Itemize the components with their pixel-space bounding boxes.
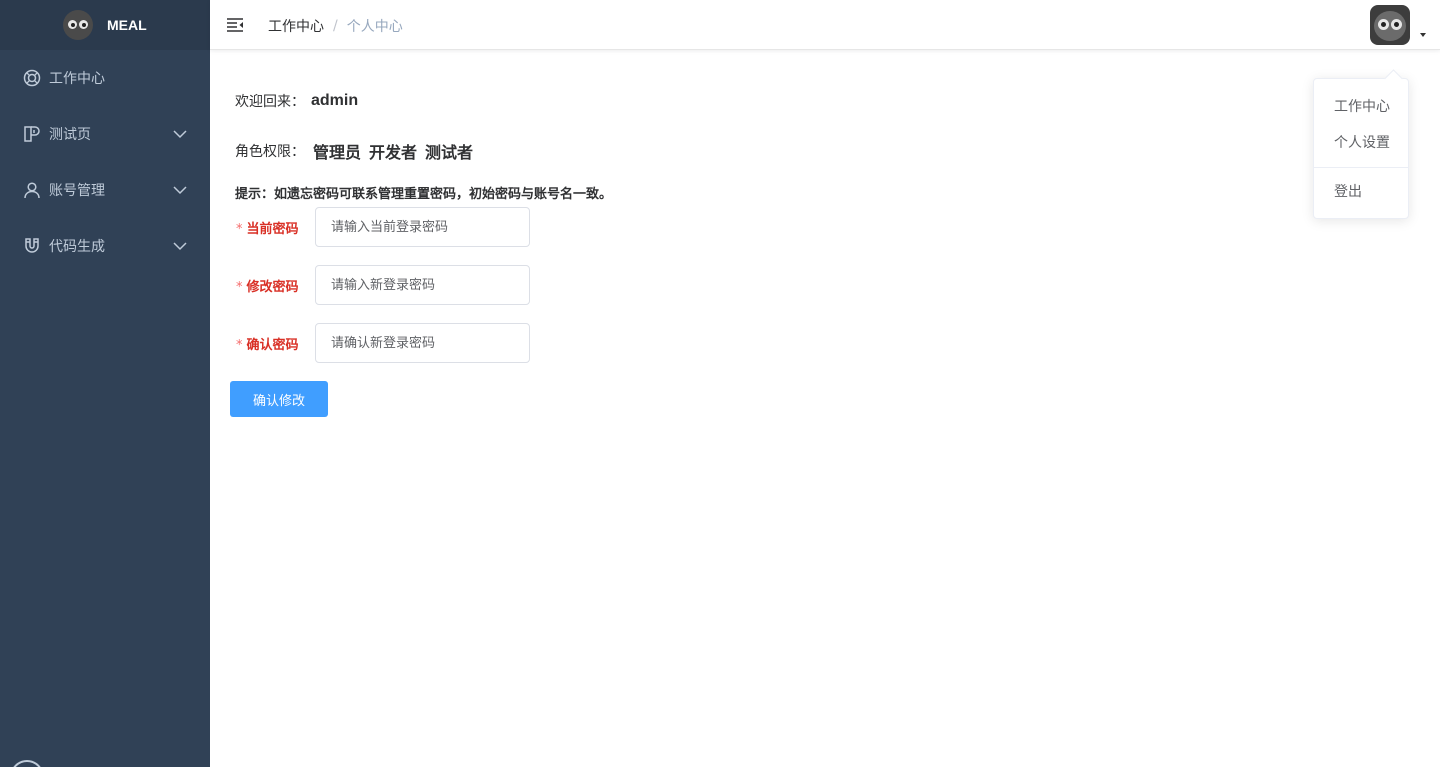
password-tip: 提示：如遗忘密码可联系管理重置密码，初始密码与账号名一致。: [235, 187, 613, 202]
breadcrumb-item-profile: 个人中心: [346, 19, 403, 35]
welcome-row: 欢迎回来： admin: [235, 90, 358, 112]
chevron-down-icon: [173, 186, 187, 195]
role-row: 角色权限： 管理员 开发者 测试者: [235, 139, 473, 163]
hamburger-icon[interactable]: [226, 16, 244, 34]
sidebar-item-label: 工作中心: [49, 71, 105, 87]
sidebar-footer-icon[interactable]: [10, 760, 44, 767]
breadcrumb: 工作中心 / 个人中心: [268, 16, 403, 36]
confirm-change-button[interactable]: 确认修改: [230, 381, 328, 417]
sidebar-menu: 工作中心 测试页 账号管理 代码生成: [0, 50, 210, 274]
username: admin: [311, 92, 359, 109]
sidebar-item-label: 代码生成: [49, 239, 105, 255]
user-icon: [22, 180, 42, 200]
role-badge: 测试者: [425, 143, 474, 162]
breadcrumb-separator: /: [333, 18, 338, 34]
sidebar: MEAL 工作中心 测试页 账号管理 代码生成: [0, 0, 210, 767]
sidebar-item-codegen[interactable]: 代码生成: [0, 218, 210, 274]
sidebar-item-label: 账号管理: [49, 183, 105, 199]
new-password-label: * 修改密码: [236, 280, 299, 295]
breadcrumb-item-workcenter[interactable]: 工作中心: [268, 16, 324, 36]
current-password-input[interactable]: [315, 207, 530, 247]
confirm-password-input[interactable]: [315, 323, 530, 363]
chevron-down-icon: [173, 242, 187, 251]
logo-icon: [63, 10, 93, 40]
required-mark: *: [236, 280, 243, 295]
role-badge: 管理员: [313, 143, 362, 162]
sidebar-item-testpage[interactable]: 测试页: [0, 106, 210, 162]
dropdown-item-settings[interactable]: 个人设置: [1314, 125, 1408, 161]
magnet-icon: [22, 236, 42, 256]
brand-title: MEAL: [107, 17, 147, 33]
confirm-password-label: * 确认密码: [236, 338, 299, 353]
dropdown-item-logout[interactable]: 登出: [1314, 174, 1408, 210]
navbar: 工作中心 / 个人中心: [210, 0, 1440, 50]
current-password-label: * 当前密码: [236, 222, 299, 237]
sidebar-item-label: 测试页: [49, 127, 91, 143]
dashboard-icon: [22, 68, 42, 88]
sidebar-item-workcenter[interactable]: 工作中心: [0, 50, 210, 106]
test-page-icon: [22, 124, 42, 144]
sidebar-item-account[interactable]: 账号管理: [0, 162, 210, 218]
dropdown-divider: [1314, 167, 1408, 168]
role-label: 角色权限：: [235, 144, 305, 160]
chevron-down-icon: [173, 130, 187, 139]
required-mark: *: [236, 222, 243, 237]
new-password-input[interactable]: [315, 265, 530, 305]
avatar[interactable]: [1370, 5, 1410, 45]
dropdown-item-workcenter[interactable]: 工作中心: [1314, 89, 1408, 125]
required-mark: *: [236, 338, 243, 353]
welcome-label: 欢迎回来：: [235, 94, 305, 110]
user-dropdown-menu: 工作中心 个人设置 登出: [1313, 78, 1409, 219]
role-badge: 开发者: [369, 143, 418, 162]
caret-down-icon[interactable]: [1420, 33, 1426, 37]
brand[interactable]: MEAL: [0, 0, 210, 50]
